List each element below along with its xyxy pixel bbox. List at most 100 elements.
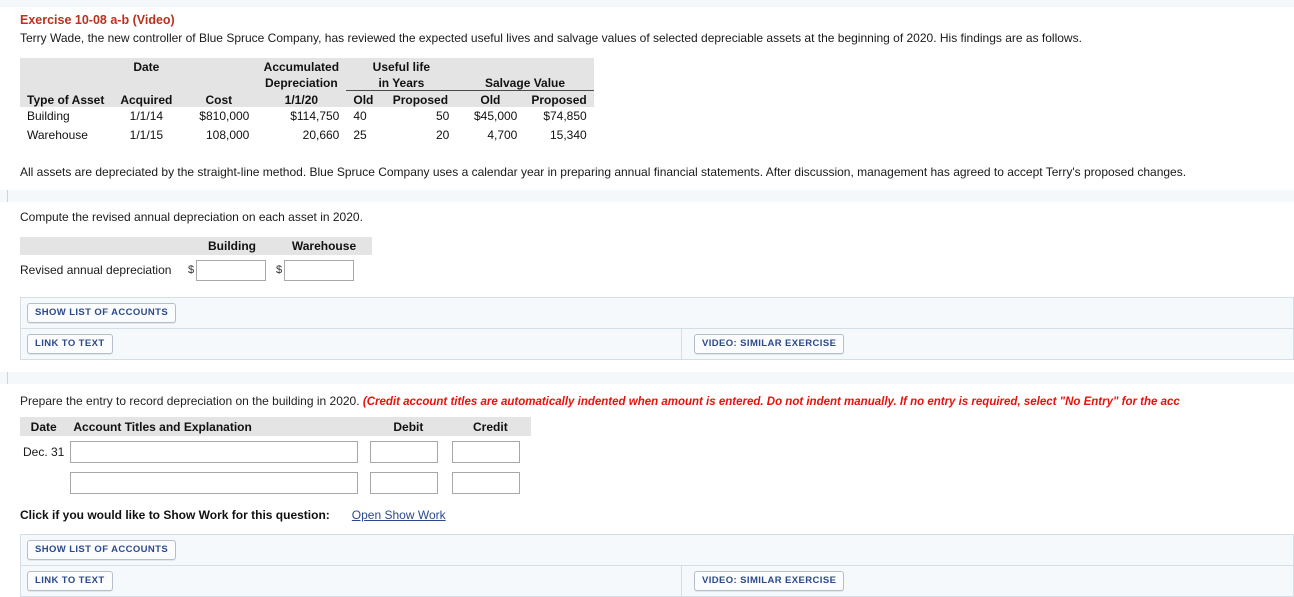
cell-salvage-proposed: $74,850 [543,109,587,123]
section-divider-band-1 [0,190,1294,202]
journal-row-credit-cell [449,436,531,467]
col-debit: Debit [367,417,450,436]
revised-depreciation-table: Building Warehouse Revised annual deprec… [20,237,372,285]
header-accumulated: Accumulated [256,58,347,74]
journal-account-input-row2[interactable] [70,471,359,494]
col-salvage-proposed: Proposed [524,90,594,107]
journal-row-credit-cell [449,467,531,498]
journal-account-input-row1[interactable] [70,440,359,463]
col-cost: Cost [181,90,257,107]
currency-symbol: $ [276,264,283,277]
building-amount-cell: $ [188,255,276,285]
cell-life-old: 40 [353,109,367,123]
col-building: Building [188,237,276,255]
part-a-link-to-text-cell: LINK TO TEXT [21,329,682,359]
col-date: Date [20,417,68,436]
warehouse-amount-cell: $ [276,255,372,285]
cell-life-proposed: 50 [436,109,450,123]
spacer-cell [111,74,182,90]
part-a-accounts-row: SHOW LIST OF ACCOUNTS [21,298,1293,328]
spacer-cell [181,74,257,90]
part-b-video-cell: VIDEO: SIMILAR EXERCISE [682,566,1293,596]
show-list-of-accounts-button[interactable]: SHOW LIST OF ACCOUNTS [27,303,177,323]
part-b-accounts-row: SHOW LIST OF ACCOUNTS [21,535,1293,565]
revised-table-header-row: Building Warehouse [20,237,372,255]
exercise-intro-text: Terry Wade, the new controller of Blue S… [20,31,1082,45]
journal-entry-table: Date Account Titles and Explanation Debi… [20,417,532,498]
header-useful-life: Useful life [346,58,457,74]
journal-credit-input-row2[interactable] [452,471,521,494]
video-similar-exercise-button[interactable]: VIDEO: SIMILAR EXERCISE [694,334,845,354]
exercise-note-text: All assets are depreciated by the straig… [20,165,1187,179]
journal-debit-input-row1[interactable] [370,440,439,463]
col-credit: Credit [449,417,532,436]
exercise-page: Exercise 10-08 a-b (Video) Terry Wade, t… [0,0,1294,597]
cell-salvage-old: $45,000 [473,109,518,123]
show-work-row: Click if you would like to Show Work for… [20,508,1294,522]
cell-salvage-proposed: 15,340 [550,128,587,142]
spacer-cell [181,58,257,74]
show-work-label: Click if you would like to Show Work for… [20,508,330,522]
table-row: Building 1/1/14 $810,000 $114,750 40 50 … [20,107,594,126]
header-in-years: in Years [346,74,457,91]
part-a-links-row: LINK TO TEXT VIDEO: SIMILAR EXERCISE [21,328,1293,359]
link-to-text-button[interactable]: LINK TO TEXT [27,571,113,591]
part-b-action-panel: SHOW LIST OF ACCOUNTS LINK TO TEXT VIDEO… [20,534,1294,597]
col-type-of-asset: Type of Asset [20,90,112,107]
cell-accum-dep: $114,750 [290,109,340,123]
journal-header-row: Date Account Titles and Explanation Debi… [20,417,532,436]
cell-acquired: 1/1/14 [129,109,164,123]
problem-statement-section: Exercise 10-08 a-b (Video) Terry Wade, t… [0,7,1294,190]
journal-row-account-cell [67,467,367,498]
journal-debit-input-row2[interactable] [370,471,439,494]
cell-life-old: 25 [353,128,367,142]
part-b-prompt-instruction: (Credit account titles are automatically… [362,396,1180,408]
header-salvage-value: Salvage Value [456,74,594,91]
part-b-prompt-line: Prepare the entry to record depreciation… [20,392,1294,408]
part-b-link-to-text-cell: LINK TO TEXT [21,566,682,596]
cell-asset: Warehouse [27,128,88,142]
warehouse-revised-depreciation-input[interactable] [284,259,355,281]
part-b-prompt: Prepare the entry to record depreciation… [20,394,360,408]
journal-credit-input-row1[interactable] [452,440,521,463]
asset-table-group-row-1: Date Accumulated Useful life [20,58,594,74]
cell-accum-dep: 20,660 [302,128,340,142]
exercise-title: Exercise 10-08 a-b (Video) [20,13,175,27]
revised-annual-depreciation-label: Revised annual depreciation [20,263,172,277]
top-band [0,0,1294,7]
open-show-work-link[interactable]: Open Show Work [352,508,446,522]
header-depreciation: Depreciation [256,74,347,90]
video-similar-exercise-button[interactable]: VIDEO: SIMILAR EXERCISE [694,571,845,591]
asset-table-column-row: Type of Asset Acquired Cost 1/1/20 Old P… [20,90,594,107]
col-account-titles: Account Titles and Explanation [67,417,368,436]
cell-asset: Building [27,109,70,123]
asset-data-table: Date Accumulated Useful life Depreciatio… [20,58,594,145]
cell-acquired: 1/1/15 [129,128,164,142]
journal-row-account-cell [67,436,367,467]
col-life-proposed: Proposed [384,90,457,107]
table-row: Revised annual depreciation $ $ [20,255,372,285]
col-accum-dep-date: 1/1/20 [256,90,347,107]
journal-row-debit-cell [367,436,449,467]
table-row: Dec. 31 [20,436,531,467]
spacer-cell [20,58,112,74]
part-b-links-row: LINK TO TEXT VIDEO: SIMILAR EXERCISE [21,565,1293,596]
table-row: Warehouse 1/1/15 108,000 20,660 25 20 4,… [20,126,594,145]
part-a-section: Compute the revised annual depreciation … [0,202,1294,372]
building-revised-depreciation-input[interactable] [196,259,267,281]
col-warehouse: Warehouse [276,237,372,255]
cell-salvage-old: 4,700 [487,128,518,142]
journal-row-debit-cell [367,467,449,498]
header-date: Date [111,58,182,74]
journal-row-date: Dec. 31 [23,444,65,459]
show-list-of-accounts-button[interactable]: SHOW LIST OF ACCOUNTS [27,540,177,560]
section-divider-band-2 [0,372,1294,384]
table-row [20,467,531,498]
col-acquired: Acquired [111,90,182,107]
asset-table-group-row-2: Depreciation in Years Salvage Value [20,74,594,91]
cell-cost: $810,000 [199,109,250,123]
part-a-video-cell: VIDEO: SIMILAR EXERCISE [682,329,1293,359]
part-a-action-panel: SHOW LIST OF ACCOUNTS LINK TO TEXT VIDEO… [20,297,1294,360]
spacer-cell [20,237,188,255]
link-to-text-button[interactable]: LINK TO TEXT [27,334,113,354]
